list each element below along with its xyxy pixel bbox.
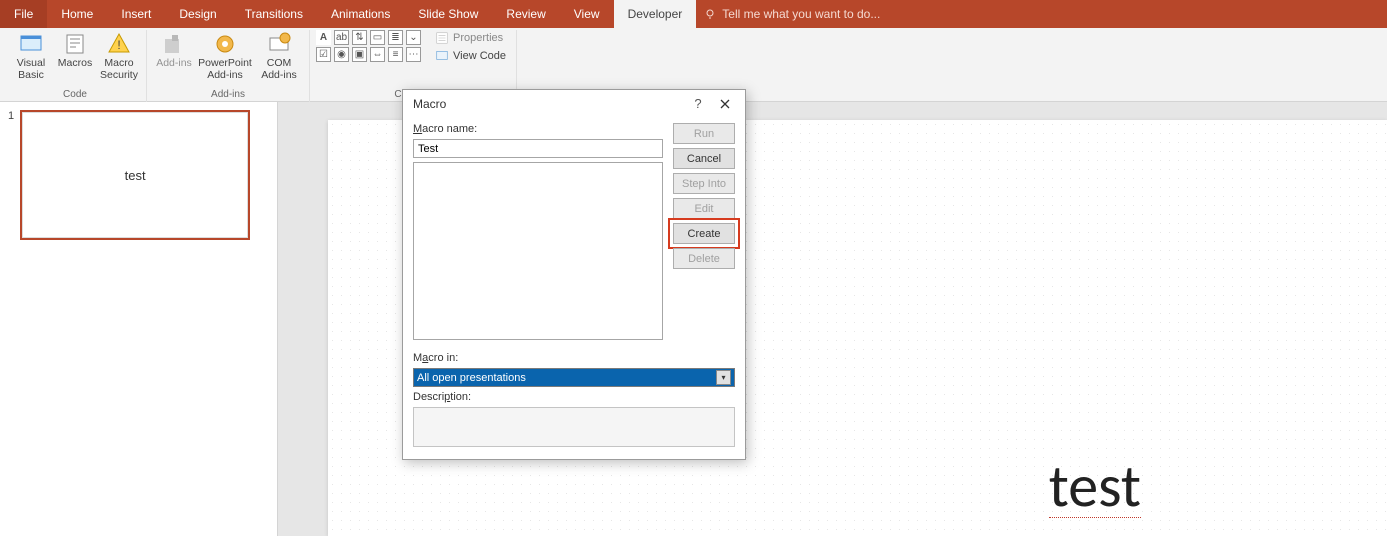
control-scroll-icon[interactable]: ⇔: [370, 47, 385, 62]
group-code-label: Code: [63, 89, 87, 102]
macros-icon: [63, 32, 87, 56]
macros-label: Macros: [58, 58, 92, 70]
delete-button[interactable]: Delete: [673, 248, 735, 269]
chevron-down-icon: ▾: [716, 370, 731, 385]
tab-home[interactable]: Home: [47, 0, 107, 28]
visual-basic-button[interactable]: Visual Basic: [10, 30, 52, 81]
tab-review[interactable]: Review: [492, 0, 559, 28]
slide-title-text[interactable]: test: [1049, 450, 1141, 518]
control-toggle-icon[interactable]: ≡: [388, 47, 403, 62]
control-combo-icon[interactable]: ⌄: [406, 30, 421, 45]
close-button[interactable]: [719, 98, 737, 110]
control-textbox-icon[interactable]: ab: [334, 30, 349, 45]
tab-file[interactable]: File: [0, 0, 47, 28]
tab-design[interactable]: Design: [165, 0, 230, 28]
cancel-button[interactable]: Cancel: [673, 148, 735, 169]
addins-button[interactable]: Add-ins: [153, 30, 195, 70]
macro-name-input[interactable]: [413, 139, 663, 158]
tab-animations[interactable]: Animations: [317, 0, 404, 28]
slide-thumbnail-panel: 1 test: [0, 102, 278, 536]
description-label: Description:: [413, 391, 735, 403]
com-addins-label: COM Add-ins: [255, 58, 303, 81]
control-more-icon[interactable]: ⋯: [406, 47, 421, 62]
macro-security-label: Macro Security: [98, 58, 140, 81]
run-button[interactable]: Run: [673, 123, 735, 144]
create-button[interactable]: Create: [673, 223, 735, 244]
group-addins: Add-ins PowerPoint Add-ins COM Add-ins A…: [147, 30, 310, 102]
macro-security-icon: !: [107, 32, 131, 56]
visual-basic-icon: [19, 32, 43, 56]
macros-button[interactable]: Macros: [54, 30, 96, 70]
macro-in-label: Macro in:: [413, 352, 735, 364]
control-checkbox-icon[interactable]: ☑: [316, 47, 331, 62]
lightbulb-icon: [704, 8, 716, 20]
macro-dialog: Macro ? Macro name: Run Cancel Step Into…: [402, 89, 746, 460]
control-image-icon[interactable]: ▣: [352, 47, 367, 62]
tell-me-search[interactable]: Tell me what you want to do...: [704, 0, 880, 28]
ppt-addins-button[interactable]: PowerPoint Add-ins: [197, 30, 253, 81]
properties-icon: [435, 31, 449, 45]
ribbon-tabs: File Home Insert Design Transitions Anim…: [0, 0, 1387, 28]
view-code-icon: [435, 49, 449, 63]
svg-text:!: !: [117, 38, 120, 52]
macro-in-select[interactable]: All open presentations ▾: [413, 368, 735, 387]
com-addins-icon: [267, 32, 291, 56]
ppt-addins-label: PowerPoint Add-ins: [197, 58, 253, 81]
tab-view[interactable]: View: [560, 0, 614, 28]
visual-basic-label: Visual Basic: [10, 58, 52, 81]
control-option-icon[interactable]: ◉: [334, 47, 349, 62]
dialog-titlebar: Macro ?: [403, 90, 745, 117]
tab-insert[interactable]: Insert: [107, 0, 165, 28]
close-icon: [719, 98, 731, 110]
macro-in-value: All open presentations: [417, 372, 526, 384]
gear-icon: [213, 32, 237, 56]
control-frame-icon[interactable]: ▭: [370, 30, 385, 45]
tab-slideshow[interactable]: Slide Show: [404, 0, 492, 28]
addins-label: Add-ins: [156, 58, 192, 70]
addins-icon: [162, 32, 186, 56]
group-addins-label: Add-ins: [211, 89, 245, 102]
edit-button[interactable]: Edit: [673, 198, 735, 219]
slide-thumb-text: test: [125, 168, 146, 183]
slide-thumbnail[interactable]: test: [20, 110, 250, 240]
description-box: [413, 407, 735, 447]
help-button[interactable]: ?: [689, 96, 707, 111]
tab-developer[interactable]: Developer: [614, 0, 697, 28]
properties-button[interactable]: Properties: [431, 30, 510, 46]
macro-name-label: Macro name:: [413, 123, 663, 135]
control-list-icon[interactable]: ≣: [388, 30, 403, 45]
properties-label: Properties: [453, 32, 503, 44]
control-label-icon[interactable]: A: [316, 30, 331, 45]
dialog-title: Macro: [413, 97, 446, 111]
view-code-button[interactable]: View Code: [431, 48, 510, 64]
com-addins-button[interactable]: COM Add-ins: [255, 30, 303, 81]
control-spin-icon[interactable]: ⇅: [352, 30, 367, 45]
view-code-label: View Code: [453, 50, 506, 62]
macro-security-button[interactable]: ! Macro Security: [98, 30, 140, 81]
tab-transitions[interactable]: Transitions: [231, 0, 317, 28]
macro-list[interactable]: [413, 162, 663, 340]
group-code: Visual Basic Macros ! Macro Security Cod…: [4, 30, 147, 102]
tell-me-label: Tell me what you want to do...: [722, 7, 880, 21]
step-into-button[interactable]: Step Into: [673, 173, 735, 194]
slide-number: 1: [8, 110, 14, 240]
